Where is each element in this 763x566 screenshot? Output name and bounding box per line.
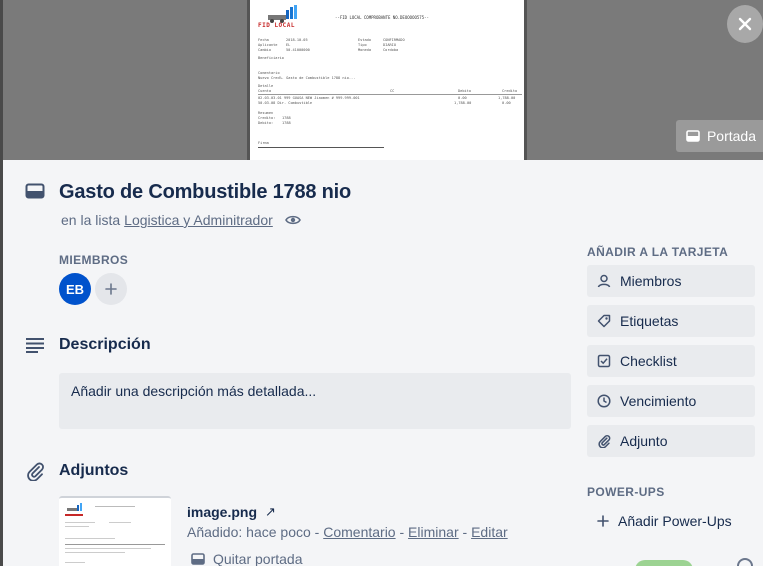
remove-cover-label: Quitar portada — [213, 551, 303, 566]
labels-button[interactable]: Etiquetas — [587, 305, 755, 337]
delete-link[interactable]: Eliminar — [408, 524, 459, 540]
checklist-button-label: Checklist — [620, 353, 677, 369]
doc-row: 1,788.00 — [454, 101, 472, 105]
doc-beneficiario: Beneficiario — [258, 56, 284, 60]
thumbnail-line — [65, 538, 115, 539]
clock-icon — [597, 394, 611, 408]
thumbnail-brand-mark — [65, 514, 83, 516]
thumbnail-line — [95, 506, 135, 507]
attachment-button[interactable]: Adjunto — [587, 425, 755, 457]
doc-comentario: Nuevo Cred%. Gasto de Combustible 1788 n… — [258, 76, 356, 80]
doc-field: Moneda — [358, 48, 371, 52]
card-cover: FID LOCAL --FID LOCAL COMPROBANTE NO.DEO… — [3, 0, 763, 160]
members-button[interactable]: Miembros — [587, 265, 755, 297]
card-title-icon — [25, 183, 45, 199]
checklist-button[interactable]: Checklist — [587, 345, 755, 377]
eye-icon[interactable] — [284, 214, 301, 226]
card-title[interactable]: Gasto de Combustible 1788 nio — [59, 181, 351, 204]
plus-icon — [597, 515, 609, 527]
labels-button-label: Etiquetas — [620, 313, 679, 329]
brand-logo-icon — [268, 5, 297, 23]
add-member-button[interactable] — [95, 273, 127, 305]
doc-resumen: Debito: — [258, 121, 274, 125]
info-icon[interactable] — [737, 558, 753, 566]
tag-icon — [597, 314, 611, 328]
close-icon — [738, 17, 752, 31]
add-powerups-label: Añadir Power-Ups — [618, 513, 732, 529]
person-icon — [597, 274, 611, 288]
card-icon — [191, 553, 205, 565]
thumbnail-line — [65, 544, 165, 545]
close-button[interactable] — [727, 5, 763, 43]
add-to-card-label: AÑADIR A LA TARJETA — [587, 245, 729, 259]
doc-value: Cordoba — [383, 48, 399, 52]
doc-row: 0.00 — [502, 101, 511, 105]
doc-value: 50.41000000 — [286, 48, 310, 52]
doc-row: 50-03-08 Dir. Combustible — [258, 101, 313, 105]
paperclip-icon — [27, 462, 44, 481]
attachment-button-label: Adjunto — [620, 433, 668, 449]
thumbnail-line — [65, 522, 95, 523]
plus-icon — [105, 283, 117, 295]
checkbox-icon — [597, 354, 611, 368]
thumbnail-line — [65, 548, 151, 549]
doc-resumen: 1788 — [282, 121, 291, 125]
description-input[interactable]: Añadir una descripción más detallada... — [59, 373, 571, 429]
cover-button[interactable]: Portada — [676, 120, 763, 152]
remove-cover-button[interactable]: Quitar portada — [191, 551, 303, 566]
cover-button-label: Portada — [706, 128, 757, 144]
signature-line — [258, 147, 384, 148]
separator: - — [395, 524, 409, 540]
document-header: --FID LOCAL COMPROBANTE NO.DEOOOOO575-- — [335, 15, 429, 20]
card-icon — [686, 130, 700, 142]
powerups-label: POWER-UPS — [587, 485, 665, 499]
brand-name: FID LOCAL — [258, 22, 296, 29]
separator: - — [458, 524, 472, 540]
attachment-name[interactable]: image.png ↗ — [187, 504, 276, 520]
attachments-title: Adjuntos — [59, 462, 129, 479]
list-link[interactable]: Logistica y Adminitrador — [124, 212, 273, 228]
members-button-label: Miembros — [620, 273, 682, 289]
thumbnail-line — [65, 526, 89, 527]
avatar[interactable]: EB — [59, 273, 91, 305]
cover-image: FID LOCAL --FID LOCAL COMPROBANTE NO.DEO… — [247, 0, 527, 160]
paperclip-icon — [598, 435, 611, 448]
thumbnail-line — [109, 522, 131, 523]
description-title: Descripción — [59, 336, 151, 353]
doc-firma: Firma — [258, 141, 269, 145]
thumbnail-line — [65, 562, 85, 563]
attachment-meta: Añadido: hace poco - Comentario - Elimin… — [187, 524, 508, 540]
doc-divider — [258, 94, 522, 95]
add-powerups-button[interactable]: Añadir Power-Ups — [587, 505, 755, 537]
in-list-prefix: en la lista — [61, 212, 121, 228]
edit-link[interactable]: Editar — [471, 524, 508, 540]
due-date-button-label: Vencimiento — [620, 393, 697, 409]
list-breadcrumb: en la lista Logistica y Adminitrador — [61, 212, 301, 228]
status-badge — [635, 560, 693, 566]
description-icon — [26, 338, 44, 353]
doc-field: Cambio — [258, 48, 271, 52]
attachment-thumbnail[interactable] — [59, 496, 171, 566]
thumbnail-logo-icon — [67, 503, 82, 511]
attachment-filename: image.png — [187, 504, 258, 520]
members-label: MIEMBROS — [59, 253, 129, 267]
comment-link[interactable]: Comentario — [323, 524, 395, 540]
card-detail-panel: Gasto de Combustible 1788 nio en la list… — [3, 160, 763, 566]
thumbnail-line — [65, 552, 125, 553]
due-date-button[interactable]: Vencimiento — [587, 385, 755, 417]
attachment-added: Añadido: hace poco - — [187, 524, 324, 540]
external-link-icon: ↗ — [265, 504, 276, 519]
